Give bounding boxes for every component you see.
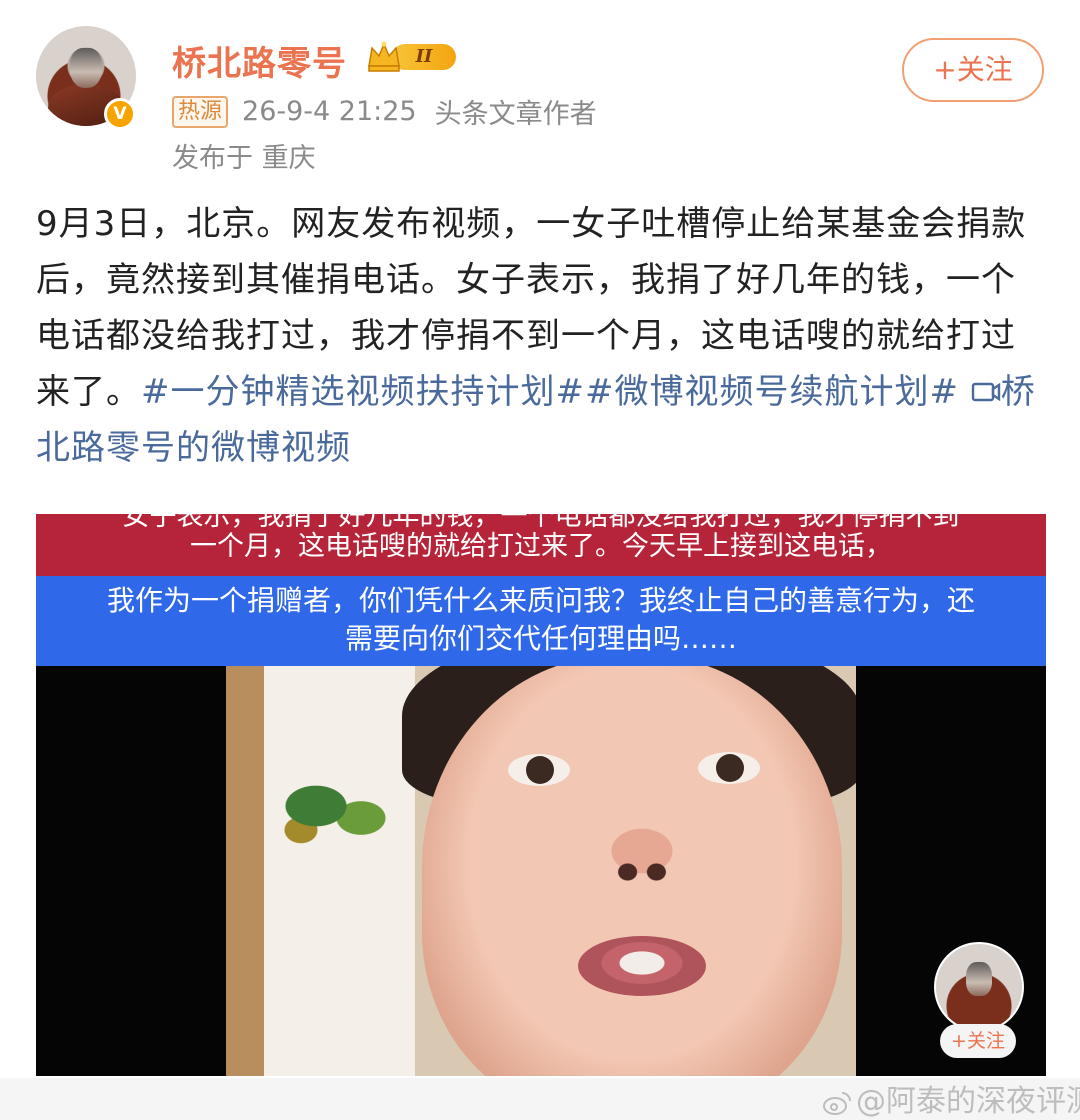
topic-tag-1[interactable]: #一分钟精选视频扶持计划# bbox=[141, 372, 585, 412]
nose bbox=[594, 816, 690, 886]
avatar-mask bbox=[70, 48, 102, 88]
watermark: @阿泰的深夜评测 bbox=[822, 1076, 1080, 1120]
caption-blue-line-2: 需要向你们交代任何理由吗…… bbox=[344, 622, 737, 655]
caption-red-line-2: 一个月，这电话嗖的就给打过来了。今天早上接到这电话， bbox=[190, 531, 892, 562]
caption-blue-line-1: 我作为一个捐赠者，你们凭什么来质问我？我终止自己的善意行为，还 bbox=[106, 584, 975, 617]
video-frame bbox=[226, 666, 856, 1076]
weibo-logo-icon bbox=[823, 1091, 851, 1115]
right-eye bbox=[698, 752, 760, 784]
watermark-text: @阿泰的深夜评测 bbox=[856, 1084, 1080, 1119]
follow-button[interactable]: +关注 bbox=[902, 38, 1044, 102]
caption-blue: 我作为一个捐赠者，你们凭什么来质问我？我终止自己的善意行为，还 需要向你们交代任… bbox=[36, 576, 1046, 666]
author-role: 头条文章作者 bbox=[434, 99, 597, 130]
member-level-badge[interactable]: II bbox=[366, 40, 458, 72]
video-link-icon bbox=[971, 382, 1000, 402]
username[interactable]: 桥北路零号 bbox=[172, 36, 347, 85]
topic-tag-2[interactable]: #微博视频号续航计划# bbox=[585, 372, 959, 412]
caption-red: 女子表示，我捐了好几年的钱，一个电话都没给我打过，我才停捐不到 一个月，这电话嗖… bbox=[36, 514, 1046, 576]
left-eye bbox=[508, 754, 570, 786]
crown-icon bbox=[368, 41, 400, 72]
mouth bbox=[578, 936, 706, 996]
background-plant bbox=[256, 746, 406, 866]
caption-red-line-1: 女子表示，我捐了好几年的钱，一个电话都没给我打过，我才停捐不到 bbox=[122, 514, 960, 532]
post-location: 发布于 重庆 bbox=[172, 143, 316, 174]
hot-source-tag[interactable]: 热源 bbox=[172, 95, 229, 128]
video-author-avatar[interactable] bbox=[934, 942, 1024, 1032]
video-player[interactable]: 女子表示，我捐了好几年的钱，一个电话都没给我打过，我才停捐不到 一个月，这电话嗖… bbox=[36, 514, 1046, 1076]
post-header: V 桥北路零号 II 热源 26-9-4 21:25 头条文章作者 发布于 重庆 +… bbox=[0, 0, 1080, 180]
post-body: 9月3日，北京。网友发布视频，一女子吐槽停止给某基金会捐款后，竟然接到其催捐电话… bbox=[36, 196, 1046, 476]
post-time: 26-9-4 21:25 bbox=[242, 96, 417, 127]
verified-icon: V bbox=[104, 98, 136, 130]
post-meta: 热源 26-9-4 21:25 头条文章作者 bbox=[172, 92, 597, 131]
video-author-mask bbox=[966, 962, 992, 996]
video-follow-button[interactable]: +关注 bbox=[940, 1024, 1016, 1058]
